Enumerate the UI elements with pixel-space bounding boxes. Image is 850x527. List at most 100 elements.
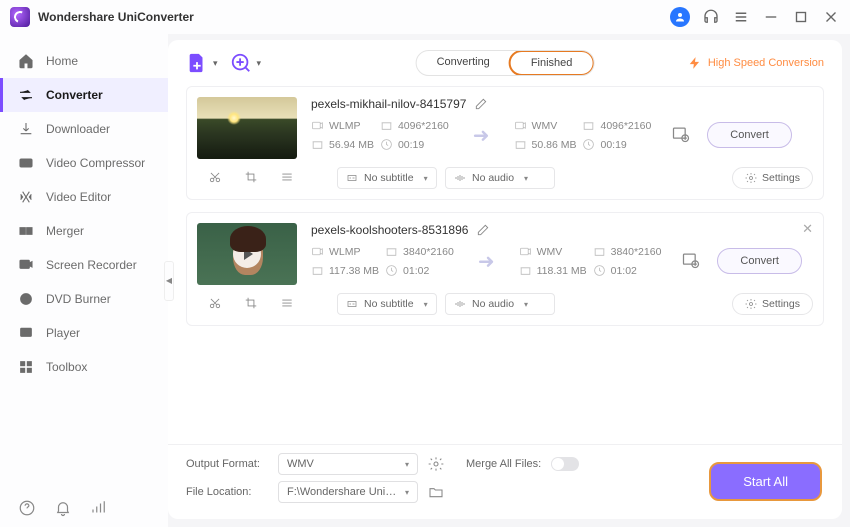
sidebar-item-converter[interactable]: Converter	[0, 78, 168, 112]
thumbnail[interactable]	[197, 97, 297, 159]
out-size: 118.31 MB	[537, 265, 587, 277]
output-settings-icon[interactable]	[428, 456, 444, 472]
sidebar-item-label: Downloader	[46, 122, 110, 136]
audio-select[interactable]: No audio▾	[445, 293, 555, 315]
more-icon[interactable]	[273, 296, 301, 313]
settings-button[interactable]: Settings	[732, 293, 813, 315]
sidebar-item-label: Player	[46, 326, 80, 340]
out-res: 4096*2160	[600, 120, 651, 132]
output-settings-icon[interactable]	[671, 124, 691, 147]
signal-icon[interactable]	[90, 499, 108, 517]
arrow-icon: ➜	[473, 123, 490, 148]
merge-toggle[interactable]	[551, 457, 579, 471]
audio-value: No audio	[472, 172, 514, 184]
settings-button[interactable]: Settings	[732, 167, 813, 189]
file-name: pexels-mikhail-nilov-8415797	[311, 97, 466, 111]
in-dur: 00:19	[398, 139, 424, 151]
file-location-label: File Location:	[186, 486, 268, 498]
sidebar-item-recorder[interactable]: Screen Recorder	[0, 248, 168, 282]
convert-button[interactable]: Convert	[707, 122, 792, 148]
sidebar-item-merger[interactable]: Merger	[0, 214, 168, 248]
sidebar-item-editor[interactable]: Video Editor	[0, 180, 168, 214]
play-icon[interactable]	[233, 240, 261, 268]
convert-button[interactable]: Convert	[717, 248, 802, 274]
sidebar: Home Converter Downloader Video Compress…	[0, 34, 168, 527]
out-res: 3840*2160	[611, 246, 662, 258]
arrow-icon: ➜	[478, 249, 495, 274]
in-size: 117.38 MB	[329, 265, 379, 277]
chevron-down-icon: ▾	[213, 58, 218, 69]
content: ▾ ▾ Converting Finished High Speed Conve…	[168, 40, 842, 519]
bottom-bar: Output Format: WMV▾ Merge All Files: Fil…	[168, 444, 842, 519]
bell-icon[interactable]	[54, 499, 72, 517]
user-avatar[interactable]	[670, 7, 690, 27]
output-format-label: Output Format:	[186, 458, 268, 470]
close-icon[interactable]	[822, 8, 840, 26]
titlebar: Wondershare UniConverter	[0, 0, 850, 34]
app-title: Wondershare UniConverter	[38, 10, 194, 24]
status-tabs: Converting Finished	[416, 50, 595, 76]
start-all-button[interactable]: Start All	[709, 462, 822, 501]
sidebar-item-label: Merger	[46, 224, 84, 238]
sidebar-item-label: DVD Burner	[46, 292, 111, 306]
sidebar-item-label: Converter	[46, 88, 103, 102]
file-name: pexels-koolshooters-8531896	[311, 223, 468, 237]
trim-icon[interactable]	[201, 296, 229, 313]
headset-icon[interactable]	[702, 8, 720, 26]
output-format-select[interactable]: WMV▾	[278, 453, 418, 475]
subtitle-select[interactable]: No subtitle▾	[337, 293, 437, 315]
sidebar-item-toolbox[interactable]: Toolbox	[0, 350, 168, 384]
sidebar-item-label: Video Compressor	[46, 156, 145, 170]
sidebar-item-label: Toolbox	[46, 360, 87, 374]
in-dur: 01:02	[403, 265, 429, 277]
in-size: 56.94 MB	[329, 139, 374, 151]
crop-icon[interactable]	[237, 170, 265, 187]
chevron-down-icon: ▾	[257, 58, 262, 69]
sidebar-item-compressor[interactable]: Video Compressor	[0, 146, 168, 180]
file-list: pexels-mikhail-nilov-8415797 WLMP 56.94 …	[168, 82, 842, 444]
remove-file-icon[interactable]: ✕	[802, 221, 813, 237]
crop-icon[interactable]	[237, 296, 265, 313]
sidebar-collapse[interactable]: ◀	[164, 261, 174, 301]
file-card: pexels-mikhail-nilov-8415797 WLMP 56.94 …	[186, 86, 824, 200]
sidebar-item-player[interactable]: Player	[0, 316, 168, 350]
edit-icon[interactable]	[474, 97, 488, 111]
add-file-button[interactable]: ▾	[186, 52, 218, 74]
minimize-icon[interactable]	[762, 8, 780, 26]
subtitle-value: No subtitle	[364, 172, 414, 184]
in-res: 3840*2160	[403, 246, 454, 258]
output-settings-icon[interactable]	[681, 250, 701, 273]
file-location-value: F:\Wondershare UniConverter	[287, 486, 397, 498]
thumbnail[interactable]	[197, 223, 297, 285]
help-icon[interactable]	[18, 499, 36, 517]
in-format: WLMP	[329, 120, 361, 132]
tab-finished[interactable]: Finished	[509, 50, 595, 76]
more-icon[interactable]	[273, 170, 301, 187]
add-url-button[interactable]: ▾	[230, 52, 262, 74]
toolbar: ▾ ▾ Converting Finished High Speed Conve…	[168, 40, 842, 82]
out-dur: 01:02	[611, 265, 637, 277]
edit-icon[interactable]	[476, 223, 490, 237]
trim-icon[interactable]	[201, 170, 229, 187]
out-dur: 00:19	[600, 139, 626, 151]
sidebar-item-downloader[interactable]: Downloader	[0, 112, 168, 146]
subtitle-select[interactable]: No subtitle▾	[337, 167, 437, 189]
out-format: WMV	[532, 120, 558, 132]
audio-value: No audio	[472, 298, 514, 310]
sidebar-item-home[interactable]: Home	[0, 44, 168, 78]
high-speed-link[interactable]: High Speed Conversion	[688, 56, 824, 70]
settings-label: Settings	[762, 172, 800, 184]
maximize-icon[interactable]	[792, 8, 810, 26]
sidebar-item-dvd[interactable]: DVD Burner	[0, 282, 168, 316]
sidebar-item-label: Screen Recorder	[46, 258, 137, 272]
output-format-value: WMV	[287, 458, 314, 470]
audio-select[interactable]: No audio▾	[445, 167, 555, 189]
sidebar-item-label: Video Editor	[46, 190, 111, 204]
out-format: WMV	[537, 246, 563, 258]
tab-converting[interactable]: Converting	[417, 51, 510, 75]
in-format: WLMP	[329, 246, 361, 258]
menu-icon[interactable]	[732, 8, 750, 26]
open-folder-icon[interactable]	[428, 484, 444, 500]
file-location-select[interactable]: F:\Wondershare UniConverter▾	[278, 481, 418, 503]
subtitle-value: No subtitle	[364, 298, 414, 310]
